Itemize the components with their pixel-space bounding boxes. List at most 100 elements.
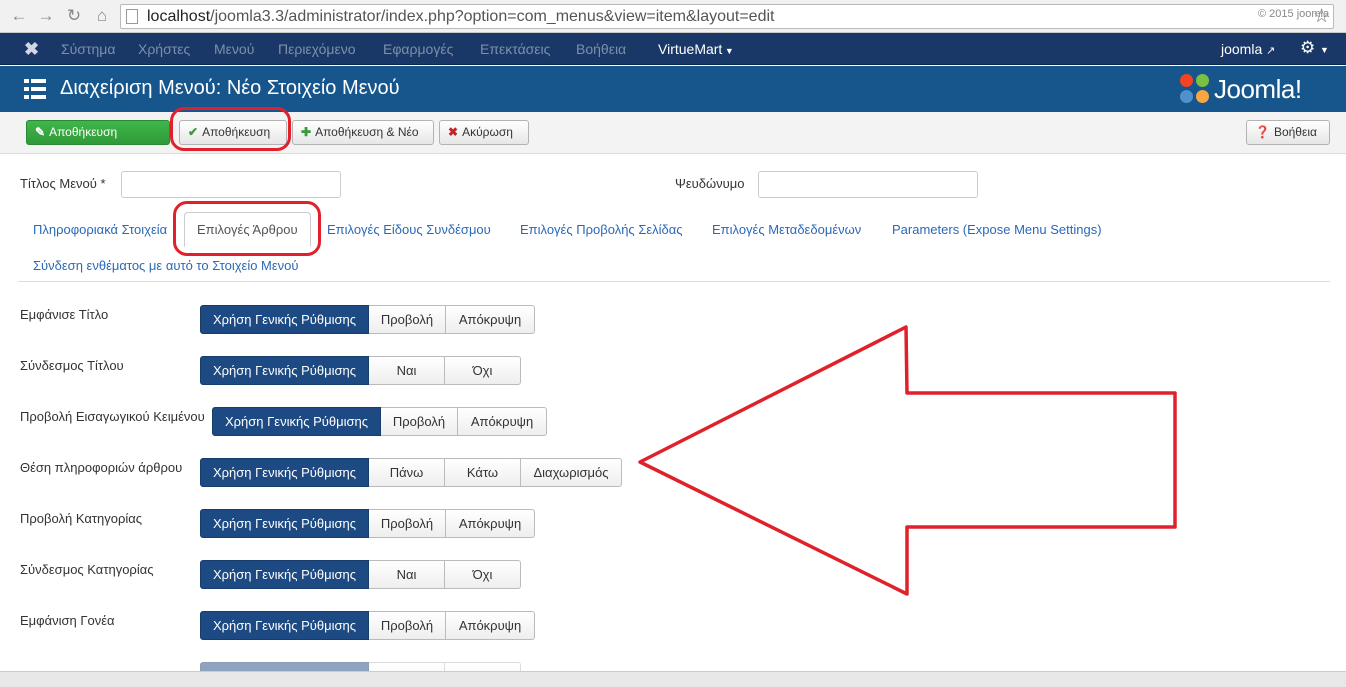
option-show[interactable]: Προβολή <box>369 509 446 538</box>
reload-icon[interactable]: ↻ <box>63 5 85 27</box>
url-host: localhost <box>147 8 211 25</box>
option-label: Σύνδεσμος Τίτλου <box>20 358 124 373</box>
forward-arrow-icon[interactable]: → <box>35 5 57 27</box>
option-label: Σύνδεσμος Κατηγορίας <box>20 562 154 577</box>
footer-copyright: © 2015 joomla <box>1258 8 1330 20</box>
tabs-divider <box>18 281 1330 282</box>
option-hide[interactable]: Απόκρυψη <box>446 509 535 538</box>
joomla-x-icon[interactable]: ✖ <box>24 39 39 60</box>
caret-down-icon: ▼ <box>722 46 734 56</box>
tab-page-display-options[interactable]: Επιλογές Προβολής Σελίδας <box>520 222 683 237</box>
option-above[interactable]: Πάνω <box>369 458 445 487</box>
save-button-label: Αποθήκευση <box>49 125 118 139</box>
tab-metadata-options[interactable]: Επιλογές Μεταδεδομένων <box>712 222 861 237</box>
save-close-button[interactable]: ✔ Αποθήκευση <box>179 120 287 145</box>
menu-users[interactable]: Χρήστες <box>138 41 190 57</box>
option-yes[interactable]: Ναι <box>369 560 445 589</box>
option-hide[interactable]: Απόκρυψη <box>446 305 535 334</box>
page-title: Διαχείριση Μενού: Νέο Στοιχείο Μενού <box>60 77 400 99</box>
action-toolbar: ✎ Αποθήκευση ✔ Αποθήκευση ✚ Αποθήκευση & Νέ… <box>0 112 1346 154</box>
option-below[interactable]: Κάτω <box>445 458 521 487</box>
user-name: joomla <box>1221 41 1263 57</box>
option-global[interactable]: Χρήση Γενικής Ρύθμισης <box>200 560 369 589</box>
tab-article-options[interactable]: Επιλογές Άρθρου <box>184 212 311 247</box>
menu-menus[interactable]: Μενού <box>214 41 254 57</box>
joomla-wordmark: Joomla! <box>1214 74 1302 104</box>
option-no[interactable]: Όχι <box>445 356 521 385</box>
plus-icon: ✚ <box>301 125 312 139</box>
option-label: Θέση πληροφοριών άρθρου <box>20 460 183 475</box>
option-global[interactable]: Χρήση Γενικής Ρύθμισης <box>200 509 369 538</box>
option-hide[interactable]: Απόκρυψη <box>458 407 547 436</box>
tab-details[interactable]: Πληροφοριακά Στοιχεία <box>33 222 167 237</box>
left-arrow-icon <box>638 325 1177 596</box>
menu-virtuemart-label: VirtueMart <box>658 41 723 57</box>
page-icon <box>126 9 138 24</box>
caret-down-icon: ▼ <box>1319 45 1329 55</box>
joomla-logo: Joomla! <box>1180 72 1330 106</box>
tab-link-type-options[interactable]: Επιλογές Είδους Συνδέσμου <box>327 222 491 237</box>
user-link[interactable]: joomla ↗ <box>1221 41 1275 57</box>
show-parent-toggle: Χρήση Γενικής Ρύθμισης Προβολή Απόκρυψη <box>200 611 535 640</box>
home-icon[interactable]: ⌂ <box>91 5 113 27</box>
admin-menu-bar: ✖ Σύστημα Χρήστες Μενού Περιεχόμενο Εφαρ… <box>0 33 1346 65</box>
alias-label: Ψευδώνυμο <box>675 176 745 191</box>
category-link-toggle: Χρήση Γενικής Ρύθμισης Ναι Όχι <box>200 560 521 589</box>
menu-help[interactable]: Βοήθεια <box>576 41 626 57</box>
tab-module-assignment[interactable]: Σύνδεση ενθέματος με αυτό το Στοιχείο Με… <box>33 258 299 273</box>
cancel-circle-icon: ✖ <box>448 125 459 139</box>
intro-text-toggle: Χρήση Γενικής Ρύθμισης Προβολή Απόκρυψη <box>212 407 547 436</box>
alias-input[interactable] <box>758 171 978 198</box>
option-show[interactable]: Προβολή <box>369 611 446 640</box>
show-title-toggle: Χρήση Γενικής Ρύθμισης Προβολή Απόκρυψη <box>200 305 535 334</box>
menu-extensions[interactable]: Επεκτάσεις <box>480 41 550 57</box>
check-icon: ✔ <box>188 125 199 139</box>
help-button[interactable]: ❓ Βοήθεια <box>1246 120 1330 145</box>
browser-toolbar: ← → ↻ ⌂ localhost/joomla3.3/administrato… <box>0 0 1346 33</box>
option-label: Προβολή Εισαγωγικού Κειμένου <box>20 409 205 424</box>
edit-icon: ✎ <box>35 125 46 139</box>
option-yes[interactable]: Ναι <box>369 356 445 385</box>
option-global[interactable]: Χρήση Γενικής Ρύθμισης <box>200 611 369 640</box>
url-path: /joomla3.3/administrator/index.php?optio… <box>210 8 775 25</box>
option-show[interactable]: Προβολή <box>381 407 458 436</box>
save-button[interactable]: ✎ Αποθήκευση <box>26 120 170 145</box>
option-show[interactable]: Προβολή <box>369 305 446 334</box>
option-split[interactable]: Διαχωρισμός <box>521 458 622 487</box>
cancel-button-label: Ακύρωση <box>462 125 513 139</box>
menu-system[interactable]: Σύστημα <box>61 41 115 57</box>
cancel-button[interactable]: ✖ Ακύρωση <box>439 120 529 145</box>
title-link-toggle: Χρήση Γενικής Ρύθμισης Ναι Όχι <box>200 356 521 385</box>
settings-menu[interactable]: ⚙ ▼ <box>1300 38 1329 58</box>
menu-title-label: Τίτλος Μενού * <box>20 176 106 191</box>
option-label: Εμφάνισε Τίτλο <box>20 307 109 322</box>
help-button-label: Βοήθεια <box>1273 125 1317 139</box>
gear-icon: ⚙ <box>1300 38 1316 57</box>
menu-content[interactable]: Περιεχόμενο <box>278 41 356 57</box>
save-new-button[interactable]: ✚ Αποθήκευση & Νέο <box>292 120 434 145</box>
option-label: Προβολή Κατηγορίας <box>20 511 143 526</box>
option-global[interactable]: Χρήση Γενικής Ρύθμισης <box>200 305 369 334</box>
option-hide[interactable]: Απόκρυψη <box>446 611 535 640</box>
menu-virtuemart[interactable]: VirtueMart ▼ <box>658 41 734 57</box>
tab-expose-menu-settings[interactable]: Parameters (Expose Menu Settings) <box>892 222 1102 237</box>
list-icon <box>24 79 46 99</box>
menu-title-input[interactable] <box>121 171 341 198</box>
address-bar[interactable]: localhost/joomla3.3/administrator/index.… <box>120 4 1334 29</box>
save-close-button-label: Αποθήκευση <box>202 125 271 139</box>
save-new-button-label: Αποθήκευση & Νέο <box>315 125 419 139</box>
option-label: Εμφάνιση Γονέα <box>20 613 115 628</box>
page-header: Διαχείριση Μενού: Νέο Στοιχείο Μενού Joo… <box>0 66 1346 112</box>
browser-status-bar <box>0 671 1346 687</box>
question-circle-icon: ❓ <box>1255 125 1270 139</box>
option-global[interactable]: Χρήση Γενικής Ρύθμισης <box>212 407 381 436</box>
option-no[interactable]: Όχι <box>445 560 521 589</box>
show-category-toggle: Χρήση Γενικής Ρύθμισης Προβολή Απόκρυψη <box>200 509 535 538</box>
info-position-toggle: Χρήση Γενικής Ρύθμισης Πάνω Κάτω Διαχωρι… <box>200 458 622 487</box>
joomla-mark-icon <box>1180 74 1210 104</box>
menu-components[interactable]: Εφαρμογές <box>383 41 453 57</box>
back-arrow-icon[interactable]: ← <box>8 5 30 27</box>
option-global[interactable]: Χρήση Γενικής Ρύθμισης <box>200 356 369 385</box>
external-link-icon: ↗ <box>1266 45 1276 57</box>
option-global[interactable]: Χρήση Γενικής Ρύθμισης <box>200 458 369 487</box>
